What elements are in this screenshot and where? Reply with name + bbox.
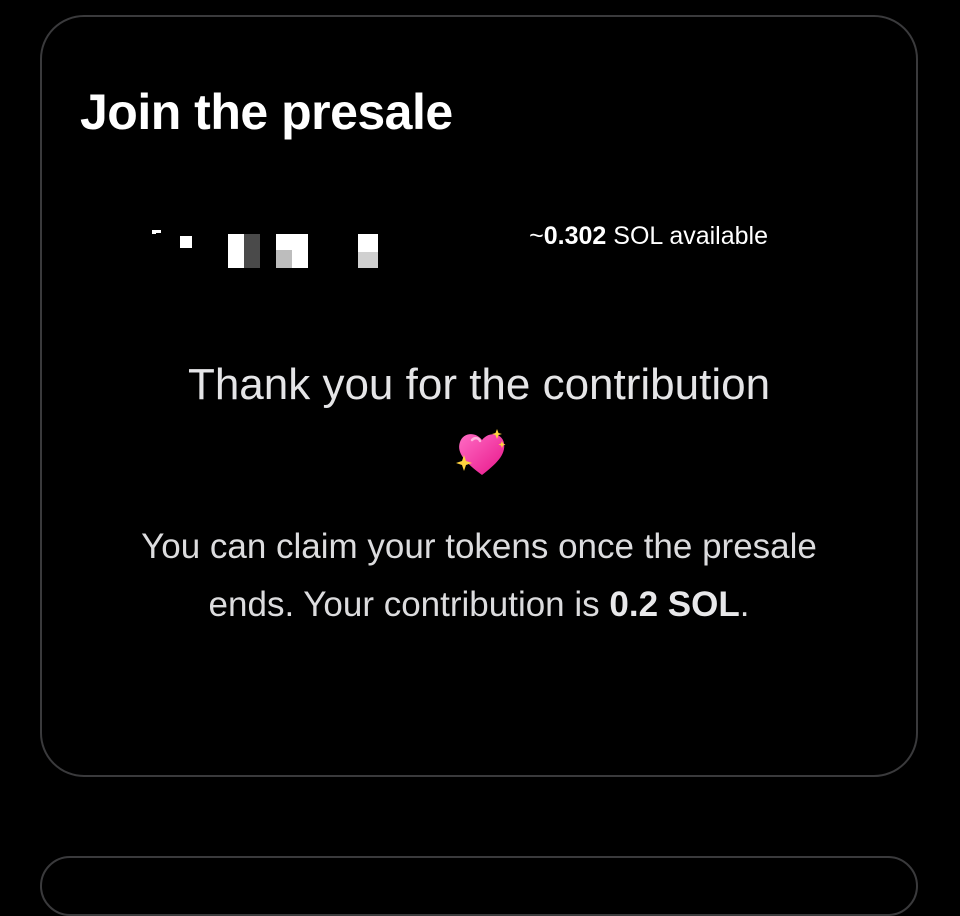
redacted-pixels [152, 230, 406, 268]
sparkling-heart-icon [456, 429, 506, 475]
thank-you-heading: Thank you for the contribution [187, 360, 771, 409]
wallet-row: ~0.302 SOL available [108, 210, 768, 270]
balance-amount: 0.302 [543, 222, 607, 250]
next-card [40, 856, 918, 916]
sol-balance: ~0.302 SOL available [529, 222, 768, 251]
wallet-address-redacted [108, 212, 406, 268]
balance-suffix: SOL available [606, 222, 768, 250]
contribution-amount: 0.2 SOL [609, 585, 740, 624]
page-title: Join the presale [80, 84, 453, 140]
balance-prefix: ~ [529, 222, 544, 250]
claim-message: You can claim your tokens once the presa… [140, 518, 818, 634]
message-end: . [739, 585, 750, 624]
